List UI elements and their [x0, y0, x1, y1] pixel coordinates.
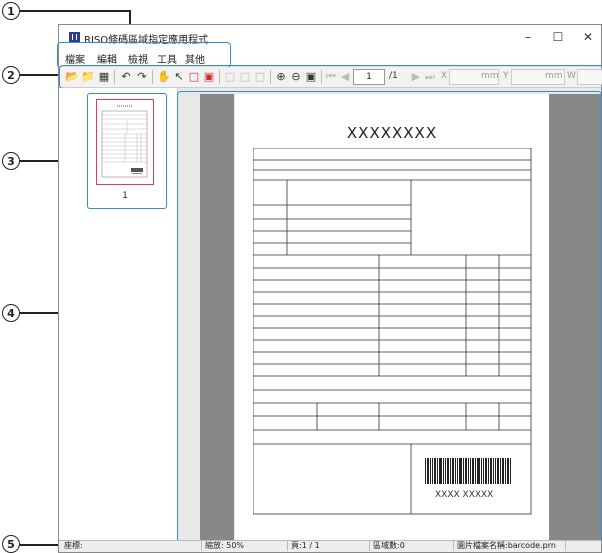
menu-view[interactable]: 檢視 — [128, 51, 148, 66]
menu-other[interactable]: 其他 — [185, 51, 205, 66]
app-icon — [69, 32, 80, 42]
minimize-button[interactable]: – — [517, 29, 539, 45]
document-title: XXXXXXXX — [346, 124, 438, 142]
left-margin-strip — [200, 94, 234, 540]
app-window: RISO條碼區域指定應用程式 – ☐ ✕ 檔案 編輯 檢視 工具 其他 📂 📁 … — [57, 24, 602, 553]
document-view[interactable]: XXXXXXXX XXXX XXXXX — [177, 88, 602, 543]
menu-file[interactable]: 檔案 — [65, 51, 85, 66]
form-table — [253, 148, 532, 515]
menu-tools[interactable]: 工具 — [157, 51, 177, 66]
thumbnail-page-number: 1 — [122, 191, 128, 201]
status-zoom: 縮放: 50% — [201, 541, 287, 551]
document-page[interactable]: XXXXXXXX XXXX XXXXX — [235, 94, 549, 540]
status-bar: 座標: 縮放: 50% 頁:1 / 1 區域數:0 圖片檔案名稱:barcode… — [59, 540, 601, 552]
right-margin-strip — [549, 94, 601, 540]
toolbar-highlight — [59, 65, 602, 89]
barcode-image — [425, 458, 511, 484]
callout-4: 4 — [2, 304, 20, 322]
thumbnail-preview — [97, 100, 152, 183]
callout-1: 1 — [2, 2, 20, 20]
barcode-caption: XXXX XXXXX — [435, 490, 494, 500]
status-page: 頁:1 / 1 — [287, 541, 369, 551]
status-coordinates: 座標: — [64, 541, 83, 550]
menu-edit[interactable]: 編輯 — [97, 51, 117, 66]
status-image-file: 圖片檔案名稱:barcode.prn — [453, 541, 565, 551]
callout-2: 2 — [2, 66, 20, 84]
callout-2-leader — [20, 74, 58, 76]
callout-5-leader — [20, 544, 60, 546]
page-thumbnail[interactable] — [96, 99, 154, 185]
close-button[interactable]: ✕ — [577, 29, 599, 45]
callout-1-leader — [20, 10, 130, 12]
callout-5: 5 — [2, 535, 20, 553]
maximize-button[interactable]: ☐ — [547, 29, 569, 45]
status-area-count: 區域數:0 — [369, 541, 453, 551]
thumbnail-panel: 1 — [59, 88, 178, 543]
callout-3: 3 — [2, 152, 20, 170]
status-extra — [565, 541, 601, 551]
